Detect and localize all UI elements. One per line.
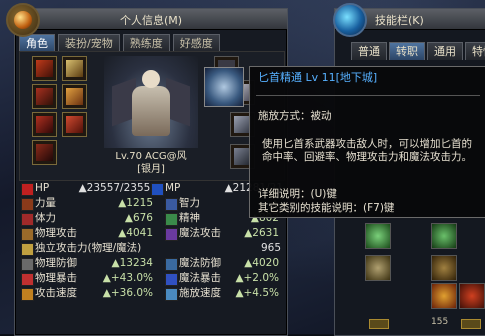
equip-slot-shoulder[interactable] [32, 56, 57, 81]
guild-name-text: [银月] [137, 164, 165, 175]
tab-common[interactable]: 通用 [427, 42, 463, 60]
strength-icon [21, 198, 34, 211]
equip-slot-pants[interactable] [32, 112, 57, 137]
stat-row: 体力 ▲676 精神 ▲802 [19, 211, 283, 226]
level-name-text: Lv.70 ACG@风 [115, 151, 187, 162]
stat-row: 攻击速度 ▲+36.0% 施放速度 ▲+4.5% [19, 286, 283, 301]
tooltip-detail-hint: 详细说明：(U)键 [258, 188, 337, 200]
independent-attack-icon [21, 243, 34, 256]
stat-label: 智力 [179, 197, 200, 209]
physical-defense-icon [21, 258, 34, 271]
stat-label: 物理防御 [35, 257, 77, 269]
stat-value: ▲1215 [118, 197, 153, 209]
sp-count: 155 [431, 317, 449, 327]
tab-advancement[interactable]: 转职 [389, 42, 425, 60]
stat-value: ▲+36.0% [102, 287, 153, 299]
character-avatar [104, 56, 198, 148]
mana-icon [151, 183, 164, 196]
equip-slot-weapon[interactable] [62, 56, 87, 81]
stat-row: 力量 ▲1215 智力 ▲ [19, 196, 283, 211]
tab-normal[interactable]: 普通 [351, 42, 387, 60]
stat-value: ▲2631 [244, 227, 279, 239]
stat-label: 攻击速度 [35, 287, 77, 299]
equip-slot-belt[interactable] [62, 112, 87, 137]
stat-row: 物理攻击 ▲4041 魔法攻击 ▲2631 [19, 226, 283, 241]
equip-slot-shoes[interactable] [32, 140, 57, 165]
skill-orb-icon [333, 3, 367, 37]
tooltip-other-hint: 其它类别的技能说明：(F7)键 [258, 202, 395, 214]
stat-value: ▲+4.5% [235, 287, 279, 299]
tab-proficiency[interactable]: 熟练度 [122, 34, 170, 52]
skill-level-badge [461, 319, 481, 329]
equip-slot-title[interactable] [62, 84, 87, 109]
skill-window-titlebar[interactable]: 技能栏(K) [333, 3, 485, 37]
stat-value: ▲4041 [118, 227, 153, 239]
equip-slot-top[interactable] [32, 84, 57, 109]
independent-attack-value: 965 [260, 242, 281, 254]
character-window-title: 个人信息(M) [119, 14, 183, 27]
tab-avatar-pet[interactable]: 装扮/宠物 [58, 34, 120, 52]
tab-affinity[interactable]: 好感度 [172, 34, 220, 52]
stat-row: 物理防御 ▲13234 魔法防御 ▲4020 [19, 256, 283, 271]
heart-icon [21, 183, 34, 196]
hp-value: ▲23557/23557 [78, 182, 157, 194]
cast-speed-icon [165, 288, 178, 301]
stats-panel: HP ▲23557/23557 MP ▲21281/21 力量 ▲1215 智力… [19, 181, 283, 301]
magic-attack-icon [165, 228, 178, 241]
stat-value: ▲+2.0% [235, 272, 279, 284]
skill-icon[interactable] [431, 283, 457, 309]
skill-icon[interactable] [459, 283, 485, 309]
intelligence-icon [165, 198, 178, 211]
tooltip-cast-type: 施放方式：被动 [258, 110, 332, 122]
stat-value: ▲13234 [111, 257, 153, 269]
independent-attack-label: 独立攻击力(物理/魔法) [35, 242, 142, 254]
stat-label: 体力 [35, 212, 56, 224]
character-window-titlebar[interactable]: 个人信息(M) [6, 3, 287, 37]
vitality-icon [21, 213, 34, 226]
dagger-mastery-icon [204, 67, 244, 107]
stat-label: 物理暴击 [35, 272, 77, 284]
magic-defense-icon [165, 258, 178, 271]
stat-value: ▲676 [124, 212, 153, 224]
independent-attack-row: 独立攻击力(物理/魔法) 965 [19, 241, 283, 256]
hp-label: HP [35, 182, 50, 194]
mp-label: MP [165, 182, 181, 194]
stat-value: ▲4020 [244, 257, 279, 269]
physical-attack-icon [21, 228, 34, 241]
tooltip-divider [256, 95, 480, 96]
stat-value: ▲+43.0% [102, 272, 153, 284]
skill-icon-dagger-mastery[interactable] [365, 223, 391, 249]
stat-label: 力量 [35, 197, 56, 209]
character-info-window: 个人信息(M) 角色 装扮/宠物 熟练度 好感度 Lv.70 ACG@风 [银月… [6, 3, 288, 336]
skill-tooltip: 匕首精通 Lv 11[地下城] 施放方式：被动 使用匕首系武器攻击敌人时，可以增… [204, 66, 485, 218]
spirit-icon [165, 213, 178, 226]
stat-row: 物理暴击 ▲+43.0% 魔法暴击 ▲+2.0% [19, 271, 283, 286]
character-name-level: Lv.70 ACG@风 [银月] [90, 150, 212, 176]
equipment-panel: Lv.70 ACG@风 [银月] [19, 51, 285, 181]
skill-icon[interactable] [431, 223, 457, 249]
tab-trait[interactable]: 特性 [465, 42, 485, 60]
hp-mp-row: HP ▲23557/23557 MP ▲21281/21 [19, 181, 283, 196]
tooltip-title: 匕首精通 Lv 11[地下城] [258, 71, 378, 84]
skill-icon[interactable] [431, 255, 457, 281]
stat-label: 物理攻击 [35, 227, 77, 239]
magic-crit-icon [165, 273, 178, 286]
tooltip-description: 使用匕首系武器攻击敌人时，可以增加匕首的命中率、回避率、物理攻击力和魔法攻击力。 [262, 138, 472, 163]
character-tabs: 角色 装扮/宠物 熟练度 好感度 [15, 30, 287, 52]
skill-window-title: 技能栏(K) [375, 14, 424, 27]
skill-level-badge [369, 319, 389, 329]
physical-crit-icon [21, 273, 34, 286]
skill-icon[interactable] [365, 255, 391, 281]
attack-speed-icon [21, 288, 34, 301]
stat-label: 精神 [179, 212, 200, 224]
